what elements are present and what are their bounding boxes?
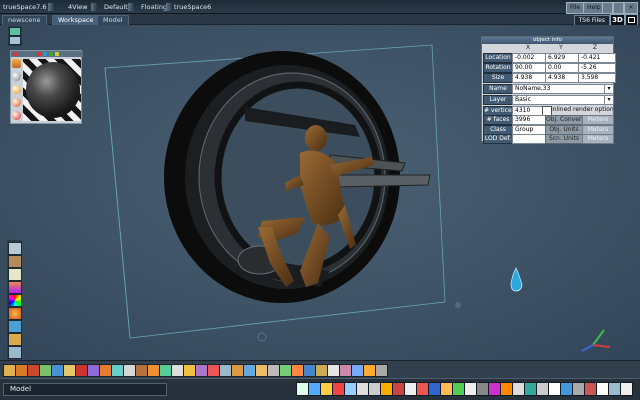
rotation-y-field[interactable]: 0.00	[545, 63, 581, 73]
view-4view[interactable]: 4View	[68, 2, 88, 12]
layer-dropdown-chevron-down-icon[interactable]: ▾	[604, 95, 614, 105]
material-panel	[10, 50, 83, 124]
view-truespace6[interactable]: trueSpace6	[174, 2, 211, 12]
light-shader-icon[interactable]	[12, 85, 21, 94]
rotation-z-field[interactable]: -5.26	[578, 63, 616, 73]
close-icon[interactable]	[13, 52, 17, 56]
size-x-field[interactable]: 4.938	[512, 73, 548, 83]
rotation-label: Rotation	[483, 63, 513, 73]
location-y-field[interactable]: 6.929	[545, 53, 581, 63]
size-label: Size	[483, 73, 513, 83]
faces-label: # faces	[483, 115, 513, 125]
location-x-field[interactable]: -0.002	[512, 53, 548, 63]
title-bar: trueSpace7.6 4View Default Floating true…	[0, 0, 640, 14]
view-separator	[166, 3, 172, 11]
maximize-icon[interactable]	[613, 2, 624, 14]
minimize-icon[interactable]	[602, 2, 613, 14]
view-separator	[91, 3, 97, 11]
name-field[interactable]: NoName,33	[512, 84, 608, 94]
paint-face-icon[interactable]	[8, 281, 22, 294]
view-default[interactable]: Default	[104, 2, 128, 12]
app-title: trueSpace7.6	[3, 3, 47, 11]
material-preview[interactable]	[23, 59, 81, 121]
ground-marker	[257, 332, 267, 342]
help-icon[interactable]	[620, 382, 633, 396]
swatch-blue-icon[interactable]	[43, 52, 47, 56]
sphere-icon[interactable]	[8, 307, 22, 320]
convert-units-select[interactable]: Meters	[582, 115, 614, 125]
left-top-toolbar	[8, 26, 22, 46]
tab-bar: newscene Workspace Model TS6 Files 3D	[0, 14, 640, 26]
swatch-yellow-icon[interactable]	[55, 52, 59, 56]
left-tool-column	[7, 240, 22, 360]
red-light-icon[interactable]	[12, 98, 21, 107]
obj-convert-button[interactable]: Obj. Convert	[545, 115, 583, 125]
view-floating[interactable]: Floating	[141, 2, 167, 12]
sphere-shader-icon[interactable]	[12, 72, 21, 81]
add-icon[interactable]	[9, 27, 21, 36]
close-icon[interactable]: ×	[624, 2, 638, 14]
location-label: Location	[483, 53, 513, 63]
scale-icon[interactable]	[8, 268, 22, 281]
origin-marker	[455, 302, 461, 308]
material-panel-header	[11, 51, 83, 57]
name-dropdown-chevron-down-icon[interactable]: ▾	[604, 84, 614, 94]
rotate-icon[interactable]	[8, 255, 22, 268]
column-x-header: X	[525, 44, 531, 51]
import-icon[interactable]	[375, 364, 388, 377]
column-y-header: Y	[559, 44, 563, 51]
column-z-header: Z	[592, 44, 598, 51]
name-label: Name	[483, 84, 513, 94]
material-ball-icon	[26, 62, 80, 118]
select-icon[interactable]	[8, 242, 22, 255]
inlined-render-label: inlined render options	[551, 106, 613, 113]
scn-units-select[interactable]: Meters	[582, 134, 614, 144]
object-info-title: object info	[482, 37, 613, 44]
magic-wand-icon[interactable]	[8, 333, 22, 346]
color-wheel-icon[interactable]	[8, 294, 22, 307]
size-z-field[interactable]: 3.598	[578, 73, 616, 83]
lod-def-field[interactable]	[512, 134, 548, 144]
paint-icon[interactable]	[12, 59, 21, 68]
status-mode-label: Model	[3, 383, 167, 396]
lod-def-label: LOD Def.	[483, 134, 513, 144]
swatch-red-icon[interactable]	[37, 52, 41, 56]
scn-units-button[interactable]: Scn. Units	[545, 134, 583, 144]
color-sphere-icon[interactable]	[12, 111, 21, 120]
location-z-field[interactable]: -0.421	[578, 53, 616, 63]
swatch-green-icon[interactable]	[49, 52, 53, 56]
object-info-panel: object info X Y Z Location -0.002 6.929 …	[481, 36, 616, 144]
view-separator	[128, 3, 134, 11]
status-bar: Model	[0, 378, 640, 400]
layer-select[interactable]: Basic	[512, 95, 608, 105]
faces-field: 3996	[512, 115, 548, 125]
bottom-toolbar	[0, 360, 640, 378]
size-y-field[interactable]: 4.938	[545, 73, 581, 83]
layer-label: Layer	[483, 95, 513, 105]
rotation-x-field[interactable]: 90.00	[512, 63, 548, 73]
render-icon[interactable]	[8, 320, 22, 333]
scene-icon[interactable]	[9, 36, 21, 45]
view-separator	[48, 3, 54, 11]
file-menu-button[interactable]: File	[566, 2, 585, 14]
light-icon[interactable]	[8, 346, 22, 359]
